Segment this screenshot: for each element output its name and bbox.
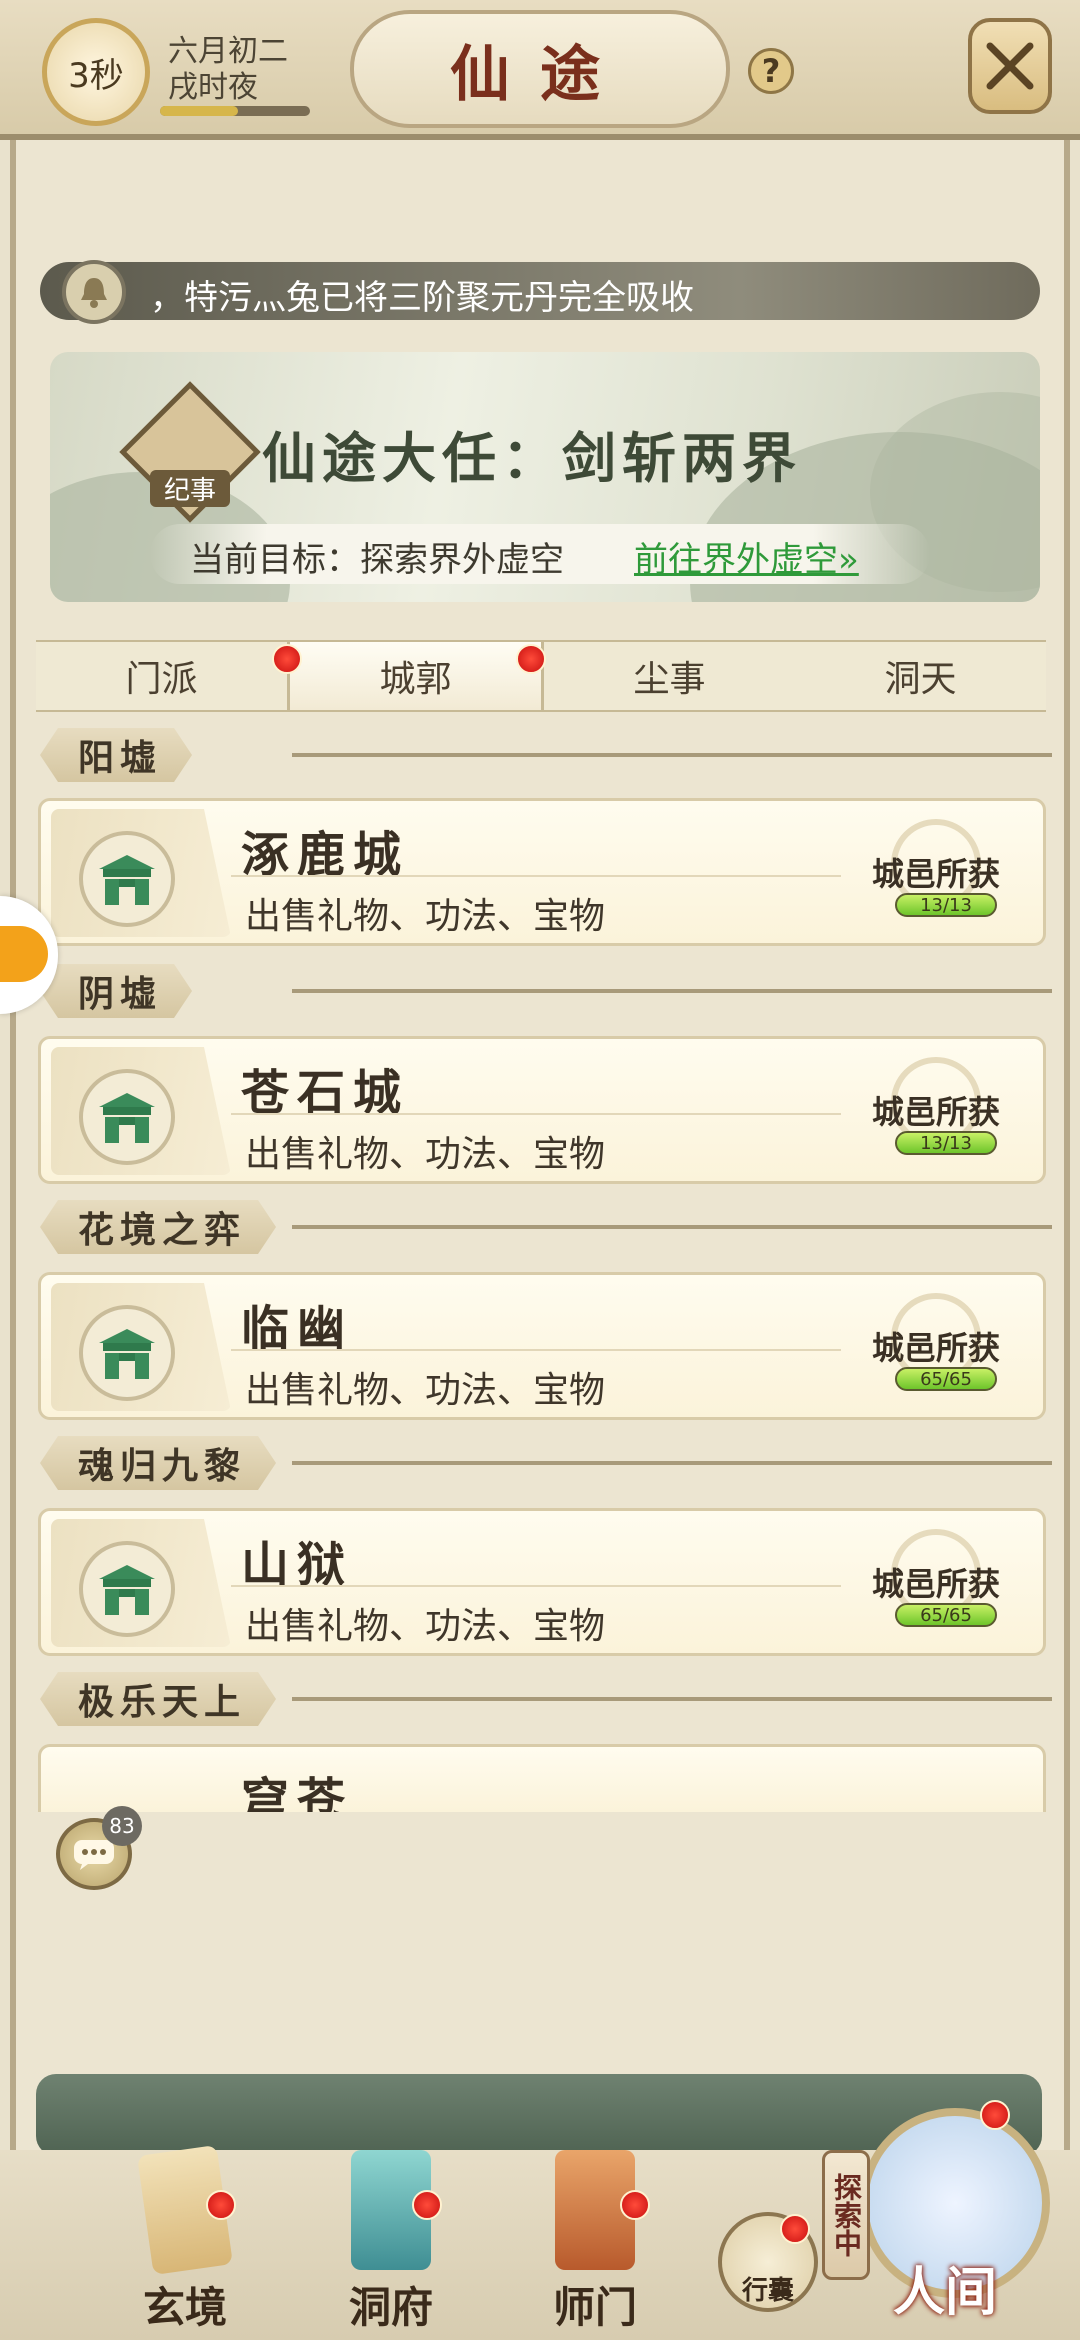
nav-mystic-realm[interactable]: 玄境 — [110, 2145, 260, 2340]
section-title: 花境之弈 — [40, 1200, 276, 1254]
section-header: 阳墟 — [40, 728, 1052, 782]
badge-label: 城邑所获 — [871, 1565, 1000, 1603]
city-name: 穹苍 — [241, 1773, 354, 1812]
rewards-progress: 65/65 — [895, 1367, 997, 1391]
section-title: 魂归九黎 — [40, 1436, 276, 1490]
city-rewards-badge[interactable]: 城邑所获 13/13 — [851, 819, 1021, 929]
city-art — [51, 809, 231, 937]
badge-label: 城邑所获 — [871, 855, 1000, 893]
divider — [292, 753, 1052, 757]
timer-badge: 3秒 — [42, 18, 150, 126]
date-line-2: 戌时夜 — [168, 70, 258, 105]
divider — [231, 1585, 841, 1587]
section-title: 极乐天上 — [40, 1672, 276, 1726]
rewards-progress: 13/13 — [895, 1131, 997, 1155]
city-card[interactable]: 穹苍 — [38, 1744, 1046, 1812]
city-description: 出售礼物、功法、宝物 — [245, 1606, 606, 1647]
divider — [231, 1113, 841, 1115]
city-art — [51, 1283, 231, 1411]
nav-label: 玄境 — [142, 2283, 227, 2332]
chronicle-label: 纪事 — [150, 470, 230, 507]
quest-go-link[interactable]: 前往界外虚空» — [634, 532, 859, 581]
page-title: 仙途 — [350, 10, 730, 128]
city-art — [51, 1519, 231, 1647]
city-card[interactable]: 山狱 出售礼物、功法、宝物 城邑所获 65/65 — [38, 1508, 1046, 1656]
section-header: 花境之弈 — [40, 1200, 1052, 1254]
nav-label: 师门 — [552, 2283, 637, 2332]
divider — [292, 1697, 1052, 1701]
divider — [231, 1349, 841, 1351]
tab-label: 门派 — [125, 659, 198, 700]
nav-sect[interactable]: 师门 — [520, 2150, 670, 2340]
rewards-progress: 13/13 — [895, 893, 997, 917]
quest-goal: 当前目标：探索界外虚空 — [190, 540, 564, 580]
tab-sect[interactable]: 门派 — [36, 642, 287, 710]
exploring-tag: 探索中 — [822, 2150, 870, 2280]
divider — [292, 1225, 1052, 1229]
notification-dot — [272, 644, 302, 674]
city-description: 出售礼物、功法、宝物 — [245, 896, 606, 937]
close-icon — [986, 42, 1034, 90]
bag-label: 行囊 — [741, 2276, 794, 2306]
divider — [292, 989, 1052, 993]
city-gate-icon — [79, 1541, 175, 1637]
tab-city[interactable]: 城郭 — [287, 642, 544, 710]
city-rewards-badge[interactable]: 城邑所获 65/65 — [851, 1529, 1021, 1639]
quest-title: 仙途大任：剑斩两界 — [262, 426, 802, 490]
bell-icon — [62, 260, 126, 324]
tab-affairs[interactable]: 尘事 — [544, 642, 795, 710]
tab-grotto[interactable]: 洞天 — [795, 642, 1046, 710]
notification-dot — [980, 2100, 1010, 2130]
section-header: 阴墟 — [40, 964, 1052, 1018]
divider — [292, 1461, 1052, 1465]
tab-label: 城郭 — [379, 659, 452, 700]
city-description: 出售礼物、功法、宝物 — [245, 1370, 606, 1411]
badge-label: 城邑所获 — [871, 1093, 1000, 1131]
world-label: 人间 — [892, 2262, 997, 2323]
city-card[interactable]: 临幽 出售礼物、功法、宝物 城邑所获 65/65 — [38, 1272, 1046, 1420]
announcement-text: ，特污灬兔已将三阶聚元丹完全吸收 — [150, 278, 694, 318]
city-gate-icon — [79, 831, 175, 927]
section-header: 魂归九黎 — [40, 1436, 1052, 1490]
badge-label: 城邑所获 — [871, 1329, 1000, 1367]
notification-dot — [780, 2214, 810, 2244]
city-art — [51, 1047, 231, 1175]
notification-dot — [620, 2190, 650, 2220]
section-title: 阳墟 — [40, 728, 192, 782]
nav-label: 洞府 — [348, 2283, 433, 2332]
nav-cave-dwelling[interactable]: 洞府 — [316, 2150, 466, 2340]
notification-dot — [516, 644, 546, 674]
tab-label: 尘事 — [633, 659, 706, 700]
section-header: 极乐天上 — [40, 1672, 1052, 1726]
section-title: 阴墟 — [40, 964, 192, 1018]
city-card[interactable]: 涿鹿城 出售礼物、功法、宝物 城邑所获 13/13 — [38, 798, 1046, 946]
city-card[interactable]: 苍石城 出售礼物、功法、宝物 城邑所获 13/13 — [38, 1036, 1046, 1184]
help-button[interactable]: ? — [748, 48, 794, 94]
city-rewards-badge[interactable]: 城邑所获 65/65 — [851, 1293, 1021, 1403]
notification-dot — [206, 2190, 236, 2220]
city-description: 出售礼物、功法、宝物 — [245, 1134, 606, 1175]
city-gate-icon — [79, 1069, 175, 1165]
chat-unread-count: 83 — [102, 1806, 142, 1846]
city-gate-icon — [79, 1305, 175, 1401]
time-progress-fill — [160, 106, 238, 116]
rewards-progress: 65/65 — [895, 1603, 997, 1627]
tab-label: 洞天 — [884, 659, 957, 700]
close-button[interactable] — [968, 18, 1052, 114]
divider — [231, 875, 841, 877]
notification-dot — [412, 2190, 442, 2220]
city-rewards-badge[interactable]: 城邑所获 13/13 — [851, 1057, 1021, 1167]
